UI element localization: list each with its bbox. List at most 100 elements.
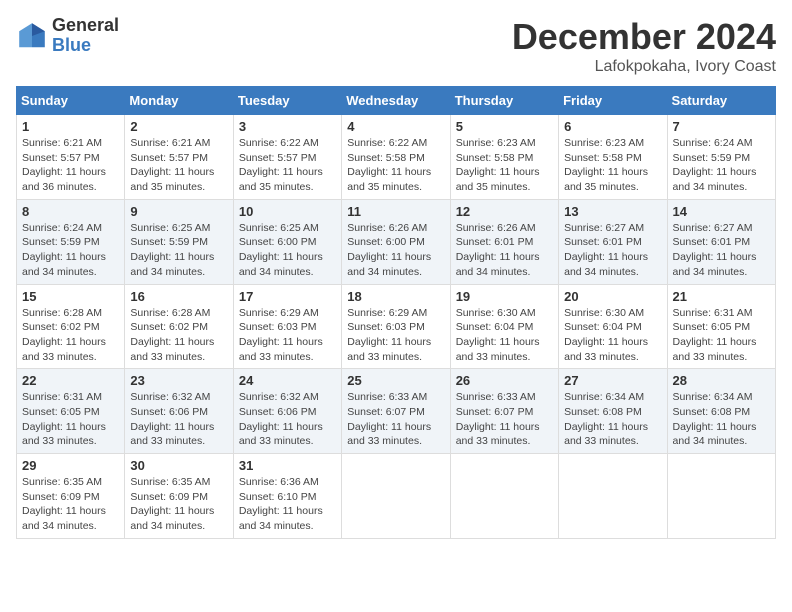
day-info: Sunrise: 6:24 AM Sunset: 5:59 PM Dayligh… xyxy=(22,221,119,280)
day-info: Sunrise: 6:31 AM Sunset: 6:05 PM Dayligh… xyxy=(673,306,770,365)
header-cell: Sunday xyxy=(17,87,125,115)
calendar-title: December 2024 xyxy=(512,16,776,58)
day-number: 8 xyxy=(22,204,119,219)
day-info: Sunrise: 6:25 AM Sunset: 6:00 PM Dayligh… xyxy=(239,221,336,280)
calendar-day-cell: 18Sunrise: 6:29 AM Sunset: 6:03 PM Dayli… xyxy=(342,284,450,369)
page-header: General Blue December 2024 Lafokpokaha, … xyxy=(16,16,776,76)
day-number: 10 xyxy=(239,204,336,219)
day-info: Sunrise: 6:35 AM Sunset: 6:09 PM Dayligh… xyxy=(22,475,119,534)
header-cell: Friday xyxy=(559,87,667,115)
day-number: 29 xyxy=(22,458,119,473)
logo-general-text: General xyxy=(52,16,119,36)
day-info: Sunrise: 6:26 AM Sunset: 6:00 PM Dayligh… xyxy=(347,221,444,280)
calendar-day-cell: 6Sunrise: 6:23 AM Sunset: 5:58 PM Daylig… xyxy=(559,115,667,200)
day-number: 20 xyxy=(564,289,661,304)
calendar-day-cell: 30Sunrise: 6:35 AM Sunset: 6:09 PM Dayli… xyxy=(125,454,233,539)
day-info: Sunrise: 6:21 AM Sunset: 5:57 PM Dayligh… xyxy=(22,136,119,195)
day-number: 28 xyxy=(673,373,770,388)
calendar-day-cell xyxy=(342,454,450,539)
calendar-week-row: 15 Sunrise: 6:28 AM Sunset: 6:02 PM Dayli… xyxy=(17,284,776,369)
day-number: 4 xyxy=(347,119,444,134)
calendar-day-cell: 20 Sunrise: 6:30 AM Sunset: 6:04 PM Dayli… xyxy=(559,284,667,369)
calendar-day-cell: 17 Sunrise: 6:29 AM Sunset: 6:03 PM Dayli… xyxy=(233,284,341,369)
calendar-day-cell: 12Sunrise: 6:26 AM Sunset: 6:01 PM Dayli… xyxy=(450,199,558,284)
calendar-day-cell: 24Sunrise: 6:32 AM Sunset: 6:06 PM Dayli… xyxy=(233,369,341,454)
calendar-day-cell: 10 Sunrise: 6:25 AM Sunset: 6:00 PM Dayli… xyxy=(233,199,341,284)
day-info: Sunrise: 6:22 AM Sunset: 5:57 PM Dayligh… xyxy=(239,136,336,195)
day-info: Sunrise: 6:33 AM Sunset: 6:07 PM Dayligh… xyxy=(456,390,553,449)
logo: General Blue xyxy=(16,16,119,56)
day-info: Sunrise: 6:28 AM Sunset: 6:02 PM Dayligh… xyxy=(22,306,119,365)
calendar-day-cell: 1 Sunrise: 6:21 AM Sunset: 5:57 PM Daylig… xyxy=(17,115,125,200)
header-cell: Wednesday xyxy=(342,87,450,115)
calendar-day-cell: 8 Sunrise: 6:24 AM Sunset: 5:59 PM Daylig… xyxy=(17,199,125,284)
day-info: Sunrise: 6:24 AM Sunset: 5:59 PM Dayligh… xyxy=(673,136,770,195)
calendar-day-cell: 23 Sunrise: 6:32 AM Sunset: 6:06 PM Dayli… xyxy=(125,369,233,454)
calendar-day-cell: 25 Sunrise: 6:33 AM Sunset: 6:07 PM Dayli… xyxy=(342,369,450,454)
calendar-day-cell: 2 Sunrise: 6:21 AM Sunset: 5:57 PM Daylig… xyxy=(125,115,233,200)
day-info: Sunrise: 6:35 AM Sunset: 6:09 PM Dayligh… xyxy=(130,475,227,534)
calendar-day-cell: 22 Sunrise: 6:31 AM Sunset: 6:05 PM Dayli… xyxy=(17,369,125,454)
logo-icon xyxy=(16,20,48,52)
calendar-day-cell: 29 Sunrise: 6:35 AM Sunset: 6:09 PM Dayli… xyxy=(17,454,125,539)
title-area: December 2024 Lafokpokaha, Ivory Coast xyxy=(512,16,776,76)
day-number: 11 xyxy=(347,204,444,219)
calendar-day-cell: 14 Sunrise: 6:27 AM Sunset: 6:01 PM Dayli… xyxy=(667,199,775,284)
header-cell: Tuesday xyxy=(233,87,341,115)
calendar-day-cell xyxy=(450,454,558,539)
logo-blue-text: Blue xyxy=(52,36,119,56)
header-cell: Monday xyxy=(125,87,233,115)
header-row: SundayMondayTuesdayWednesdayThursdayFrid… xyxy=(17,87,776,115)
day-number: 23 xyxy=(130,373,227,388)
calendar-table: SundayMondayTuesdayWednesdayThursdayFrid… xyxy=(16,86,776,539)
day-info: Sunrise: 6:36 AM Sunset: 6:10 PM Dayligh… xyxy=(239,475,336,534)
day-number: 1 xyxy=(22,119,119,134)
calendar-week-row: 22 Sunrise: 6:31 AM Sunset: 6:05 PM Dayli… xyxy=(17,369,776,454)
day-info: Sunrise: 6:28 AM Sunset: 6:02 PM Dayligh… xyxy=(130,306,227,365)
day-info: Sunrise: 6:29 AM Sunset: 6:03 PM Dayligh… xyxy=(239,306,336,365)
calendar-day-cell: 28 Sunrise: 6:34 AM Sunset: 6:08 PM Dayli… xyxy=(667,369,775,454)
calendar-header: SundayMondayTuesdayWednesdayThursdayFrid… xyxy=(17,87,776,115)
day-number: 3 xyxy=(239,119,336,134)
calendar-day-cell: 4 Sunrise: 6:22 AM Sunset: 5:58 PM Daylig… xyxy=(342,115,450,200)
day-number: 17 xyxy=(239,289,336,304)
day-info: Sunrise: 6:31 AM Sunset: 6:05 PM Dayligh… xyxy=(22,390,119,449)
calendar-day-cell: 13Sunrise: 6:27 AM Sunset: 6:01 PM Dayli… xyxy=(559,199,667,284)
day-number: 26 xyxy=(456,373,553,388)
calendar-week-row: 1 Sunrise: 6:21 AM Sunset: 5:57 PM Daylig… xyxy=(17,115,776,200)
calendar-day-cell: 7Sunrise: 6:24 AM Sunset: 5:59 PM Daylig… xyxy=(667,115,775,200)
day-number: 2 xyxy=(130,119,227,134)
day-info: Sunrise: 6:23 AM Sunset: 5:58 PM Dayligh… xyxy=(564,136,661,195)
calendar-subtitle: Lafokpokaha, Ivory Coast xyxy=(512,58,776,76)
day-number: 14 xyxy=(673,204,770,219)
day-number: 18 xyxy=(347,289,444,304)
calendar-week-row: 29 Sunrise: 6:35 AM Sunset: 6:09 PM Dayli… xyxy=(17,454,776,539)
calendar-day-cell: 11 Sunrise: 6:26 AM Sunset: 6:00 PM Dayli… xyxy=(342,199,450,284)
day-info: Sunrise: 6:22 AM Sunset: 5:58 PM Dayligh… xyxy=(347,136,444,195)
day-info: Sunrise: 6:32 AM Sunset: 6:06 PM Dayligh… xyxy=(130,390,227,449)
header-cell: Saturday xyxy=(667,87,775,115)
day-info: Sunrise: 6:30 AM Sunset: 6:04 PM Dayligh… xyxy=(456,306,553,365)
calendar-week-row: 8 Sunrise: 6:24 AM Sunset: 5:59 PM Daylig… xyxy=(17,199,776,284)
day-info: Sunrise: 6:33 AM Sunset: 6:07 PM Dayligh… xyxy=(347,390,444,449)
calendar-body: 1 Sunrise: 6:21 AM Sunset: 5:57 PM Daylig… xyxy=(17,115,776,539)
day-number: 19 xyxy=(456,289,553,304)
calendar-day-cell: 26 Sunrise: 6:33 AM Sunset: 6:07 PM Dayli… xyxy=(450,369,558,454)
day-number: 27 xyxy=(564,373,661,388)
calendar-day-cell: 15 Sunrise: 6:28 AM Sunset: 6:02 PM Dayli… xyxy=(17,284,125,369)
calendar-day-cell: 19 Sunrise: 6:30 AM Sunset: 6:04 PM Dayli… xyxy=(450,284,558,369)
day-number: 16 xyxy=(130,289,227,304)
day-number: 22 xyxy=(22,373,119,388)
day-info: Sunrise: 6:25 AM Sunset: 5:59 PM Dayligh… xyxy=(130,221,227,280)
day-info: Sunrise: 6:23 AM Sunset: 5:58 PM Dayligh… xyxy=(456,136,553,195)
day-info: Sunrise: 6:27 AM Sunset: 6:01 PM Dayligh… xyxy=(673,221,770,280)
day-info: Sunrise: 6:34 AM Sunset: 6:08 PM Dayligh… xyxy=(673,390,770,449)
calendar-day-cell: 21 Sunrise: 6:31 AM Sunset: 6:05 PM Dayli… xyxy=(667,284,775,369)
day-number: 21 xyxy=(673,289,770,304)
day-number: 12 xyxy=(456,204,553,219)
day-number: 25 xyxy=(347,373,444,388)
day-number: 15 xyxy=(22,289,119,304)
day-info: Sunrise: 6:21 AM Sunset: 5:57 PM Dayligh… xyxy=(130,136,227,195)
day-number: 5 xyxy=(456,119,553,134)
day-info: Sunrise: 6:30 AM Sunset: 6:04 PM Dayligh… xyxy=(564,306,661,365)
